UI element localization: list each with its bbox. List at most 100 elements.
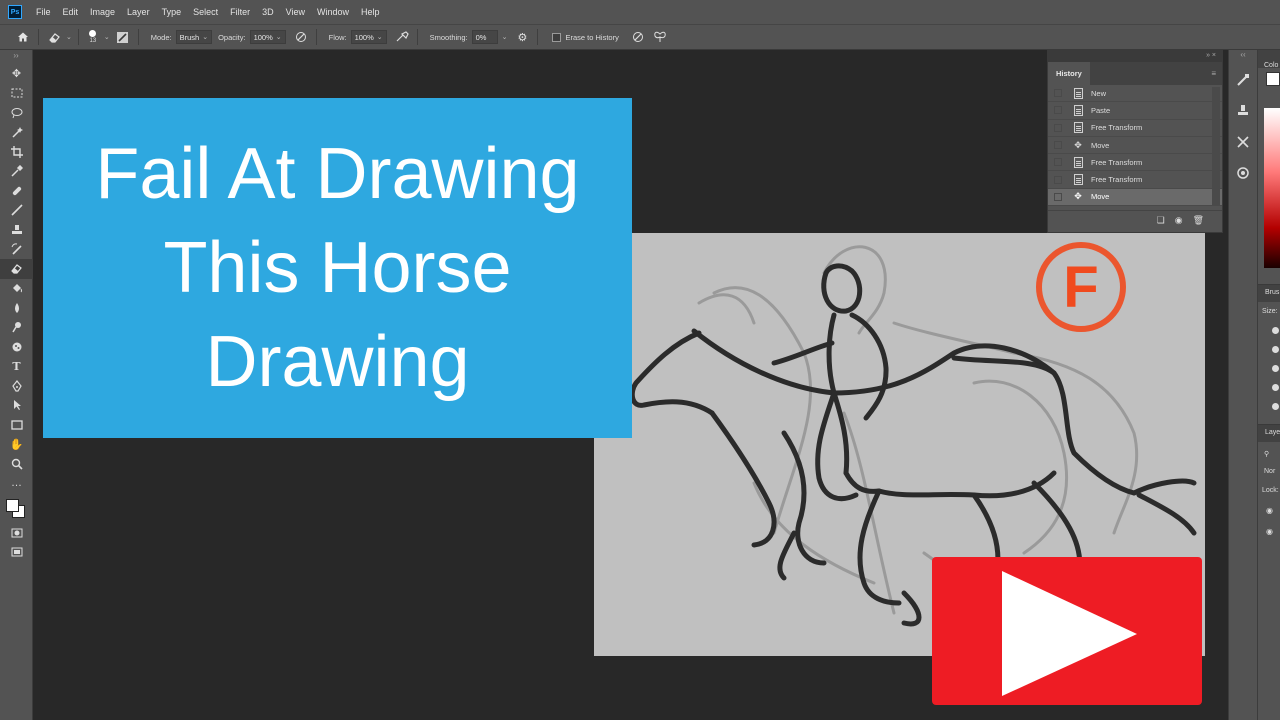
color-swatch-square[interactable]	[1266, 72, 1280, 86]
menu-edit[interactable]: Edit	[57, 7, 85, 17]
hand-tool-icon[interactable]: ✋	[0, 435, 33, 455]
path-select-tool-icon[interactable]	[0, 396, 33, 416]
brush-settings-icon[interactable]	[114, 28, 132, 46]
blur-tool-icon[interactable]	[0, 298, 33, 318]
opacity-input[interactable]: 100% ⌄	[249, 30, 286, 44]
menu-file[interactable]: File	[30, 7, 57, 17]
history-snapshot-checkbox[interactable]	[1054, 123, 1062, 132]
magic-wand-tool-icon[interactable]	[0, 123, 33, 143]
eraser-tool-preset-icon[interactable]	[45, 28, 63, 46]
history-snapshot-checkbox[interactable]	[1054, 141, 1062, 150]
paint-bucket-tool-icon[interactable]	[0, 279, 33, 299]
pen-tool-icon[interactable]	[0, 376, 33, 396]
mode-select[interactable]: Brush ⌄	[175, 30, 213, 44]
menu-image[interactable]: Image	[84, 7, 121, 17]
brush-tip-preset[interactable]	[1272, 365, 1279, 372]
brush-tip-preset[interactable]	[1272, 327, 1279, 334]
history-item-free-transform[interactable]: Free Transform	[1048, 171, 1222, 189]
menu-layer[interactable]: Layer	[121, 7, 156, 17]
erase-to-history-checkbox[interactable]	[552, 32, 562, 42]
smoothing-input[interactable]: 0%	[471, 30, 498, 44]
blend-mode-select[interactable]: Nor	[1258, 458, 1280, 475]
zoom-tool-icon[interactable]	[0, 454, 33, 474]
new-document-from-state-icon[interactable]: ❏	[1157, 215, 1165, 226]
tab-layers[interactable]: Laye	[1258, 424, 1280, 442]
type-tool-icon[interactable]: T	[0, 357, 33, 377]
clone-stamp-tool-icon[interactable]	[0, 220, 33, 240]
history-item-free-transform[interactable]: Free Transform	[1048, 120, 1222, 137]
flow-input[interactable]: 100% ⌄	[350, 30, 387, 44]
eyedropper-tool-icon[interactable]	[0, 162, 33, 182]
menu-window[interactable]: Window	[311, 7, 355, 17]
history-item-new[interactable]: New	[1048, 85, 1222, 103]
screen-mode-icon[interactable]	[0, 543, 33, 563]
crop-tool-icon[interactable]	[0, 142, 33, 162]
camera-snapshot-icon[interactable]: ◉	[1175, 215, 1183, 226]
tab-brush[interactable]: Brus	[1258, 284, 1280, 302]
history-item-paste[interactable]: Paste	[1048, 102, 1222, 120]
color-picker-field[interactable]	[1264, 108, 1280, 268]
chevron-down-icon[interactable]: ⌄	[66, 33, 72, 41]
sponge-tool-icon[interactable]	[0, 337, 33, 357]
chevron-down-icon[interactable]: ⌄	[502, 33, 508, 41]
more-tools-icon[interactable]: …	[0, 474, 33, 494]
title-line-1: Fail At Drawing	[95, 134, 580, 214]
tool-presets-icon[interactable]	[1229, 126, 1257, 157]
menu-help[interactable]: Help	[355, 7, 386, 17]
libraries-icon[interactable]	[1229, 157, 1257, 188]
menu-filter[interactable]: Filter	[224, 7, 256, 17]
dodge-tool-icon[interactable]	[0, 318, 33, 338]
history-snapshot-checkbox[interactable]	[1054, 106, 1062, 115]
brush-panel-icon[interactable]	[1229, 64, 1257, 95]
panel-menu-icon[interactable]: ≡	[1211, 69, 1216, 78]
brush-tip-preset[interactable]	[1272, 384, 1279, 391]
menu-3d[interactable]: 3D	[256, 7, 280, 17]
play-button[interactable]	[932, 557, 1202, 705]
history-snapshot-checkbox[interactable]	[1054, 175, 1062, 184]
tab-history[interactable]: History	[1048, 62, 1090, 85]
quick-mask-icon[interactable]	[0, 523, 33, 543]
brush-tip-preset[interactable]	[1272, 403, 1279, 410]
gear-icon[interactable]: ⚙	[513, 28, 531, 46]
opacity-label: Opacity:	[218, 32, 246, 42]
history-snapshot-checkbox[interactable]	[1054, 158, 1062, 167]
brush-preset-picker[interactable]: 13	[85, 29, 101, 45]
healing-brush-tool-icon[interactable]	[0, 181, 33, 201]
brush-tip-preset[interactable]	[1272, 346, 1279, 353]
history-snapshot-checkbox[interactable]	[1054, 89, 1062, 98]
move-tool-icon[interactable]: ✥	[0, 64, 33, 84]
chevron-down-icon: ⌄	[202, 34, 209, 41]
history-snapshot-checkbox[interactable]	[1054, 192, 1062, 201]
history-item-move[interactable]: ✥ Move	[1048, 137, 1222, 155]
lasso-tool-icon[interactable]	[0, 103, 33, 123]
pressure-size-icon[interactable]	[629, 28, 647, 46]
menu-view[interactable]: View	[280, 7, 311, 17]
foreground-color-swatch[interactable]	[6, 499, 19, 512]
photoshop-logo-icon[interactable]: Ps	[8, 5, 22, 19]
airbrush-icon[interactable]	[393, 28, 411, 46]
history-brush-tool-icon[interactable]	[0, 240, 33, 260]
visibility-eye-icon[interactable]: ◉	[1266, 527, 1280, 536]
tab-color[interactable]: Colo	[1258, 50, 1280, 69]
panel-grip-icon[interactable]: ‹‹	[1229, 50, 1257, 64]
trash-icon[interactable]: 🗑	[1193, 215, 1204, 226]
menu-select[interactable]: Select	[187, 7, 224, 17]
menu-type[interactable]: Type	[156, 7, 188, 17]
history-scrollbar[interactable]	[1212, 87, 1220, 205]
panel-grip-icon[interactable]: ››	[0, 50, 32, 64]
history-item-move-selected[interactable]: ✥ Move	[1048, 188, 1222, 207]
visibility-eye-icon[interactable]: ◉	[1266, 506, 1280, 515]
rectangle-tool-icon[interactable]	[0, 415, 33, 435]
eraser-tool-icon[interactable]	[0, 259, 33, 279]
pressure-opacity-icon[interactable]	[292, 28, 310, 46]
marquee-tool-icon[interactable]	[0, 84, 33, 104]
home-icon[interactable]	[14, 28, 32, 46]
color-swatches[interactable]	[0, 493, 32, 523]
brush-tool-icon[interactable]	[0, 201, 33, 221]
collapse-panel-icon[interactable]: » ×	[1048, 51, 1222, 62]
clone-source-icon[interactable]	[1229, 95, 1257, 126]
layer-filter-search-icon[interactable]: ⚲	[1258, 442, 1280, 458]
chevron-down-icon[interactable]: ⌄	[104, 33, 110, 41]
symmetry-butterfly-icon[interactable]	[651, 28, 669, 46]
history-item-free-transform[interactable]: Free Transform	[1048, 154, 1222, 172]
